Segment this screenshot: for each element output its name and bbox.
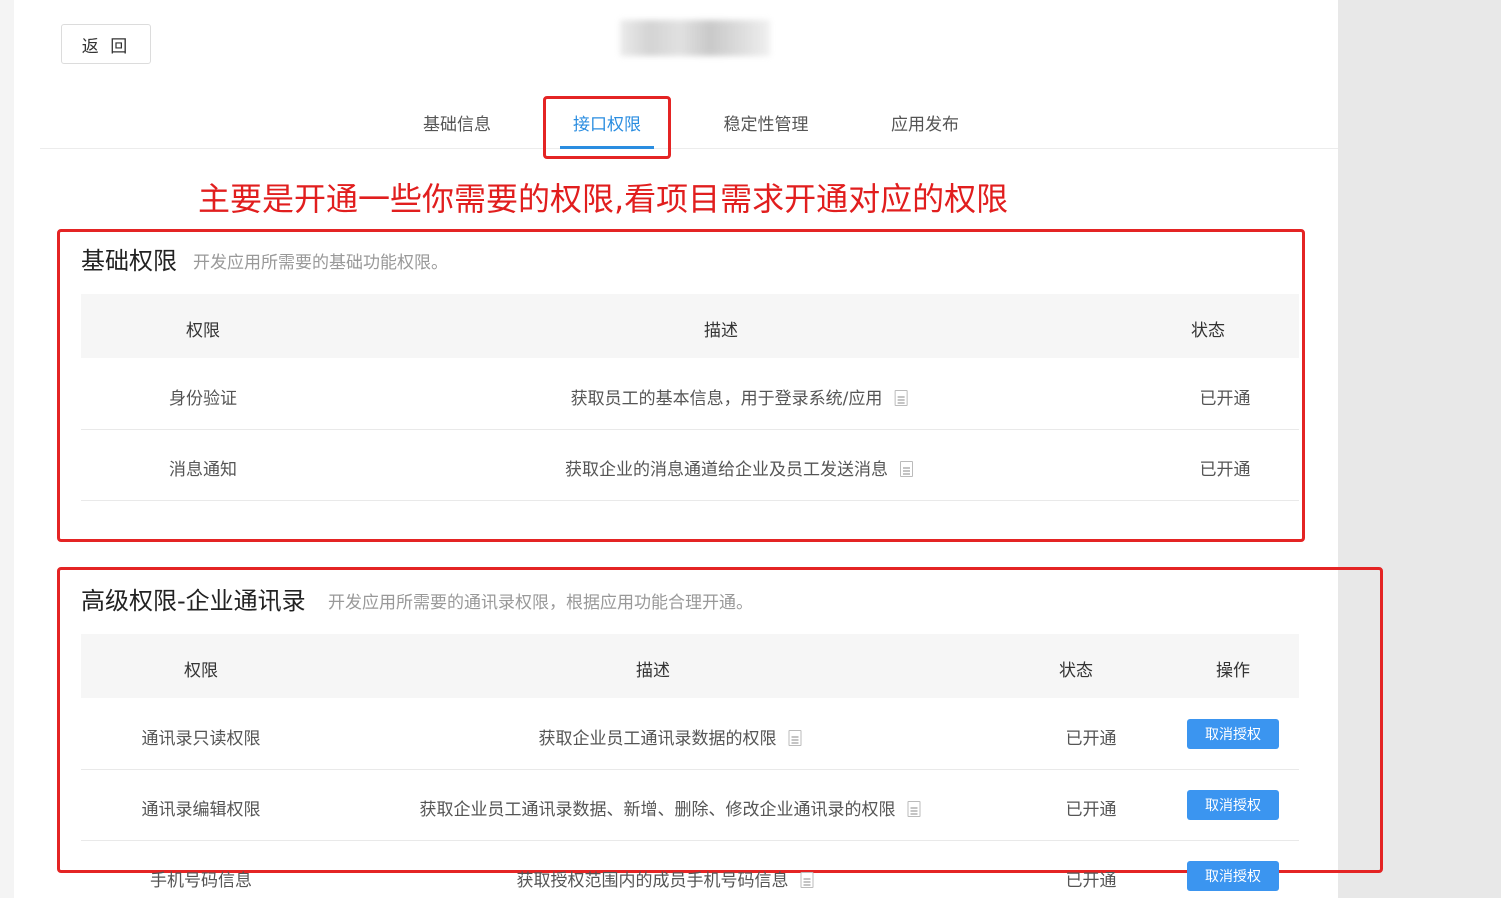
permission-name: 身份验证	[169, 389, 237, 409]
back-button[interactable]: 返 回	[61, 24, 151, 64]
column-status: 状态	[1059, 661, 1093, 681]
permission-name: 通讯录编辑权限	[141, 800, 261, 820]
revoke-authorization-button[interactable]: 取消授权	[1187, 719, 1279, 749]
advanced-section-title: 高级权限-企业通讯录	[81, 587, 306, 615]
column-permission: 权限	[186, 321, 220, 341]
column-description: 描述	[636, 661, 670, 681]
advanced-section-description: 开发应用所需要的通讯录权限，根据应用功能合理开通。	[328, 593, 753, 613]
permission-description: 获取员工的基本信息，用于登录系统/应用	[571, 384, 908, 409]
permission-description: 获取企业员工通讯录数据的权限	[539, 724, 802, 749]
row-divider	[81, 500, 1299, 501]
permission-description: 获取企业的消息通道给企业及员工发送消息	[565, 455, 913, 480]
tab-annotation-box	[543, 96, 671, 159]
row-divider	[81, 840, 1299, 841]
description-text: 获取企业的消息通道给企业及员工发送消息	[565, 460, 888, 480]
permission-description: 获取授权范围内的成员手机号码信息	[517, 866, 814, 891]
document-icon[interactable]	[907, 801, 921, 817]
column-status: 状态	[1191, 321, 1225, 341]
description-text: 获取企业员工通讯录数据的权限	[538, 729, 777, 749]
permission-name: 消息通知	[169, 460, 237, 480]
tab-stability-management[interactable]: 稳定性管理	[708, 96, 824, 148]
column-description: 描述	[704, 321, 738, 341]
description-text: 获取授权范围内的成员手机号码信息	[516, 871, 789, 891]
tab-basic-info[interactable]: 基础信息	[406, 96, 508, 148]
description-text: 获取企业员工通讯录数据、新增、删除、修改企业通讯录的权限	[419, 800, 896, 820]
status-text: 已开通	[1065, 871, 1117, 891]
column-action: 操作	[1216, 661, 1250, 681]
row-divider	[81, 769, 1299, 770]
permission-name: 手机号码信息	[150, 871, 252, 891]
tab-bar: 基础信息 接口权限 稳定性管理 应用发布	[40, 96, 1338, 149]
description-text: 获取员工的基本信息，用于登录系统/应用	[570, 389, 883, 409]
permission-description: 获取企业员工通讯录数据、新增、删除、修改企业通讯录的权限	[420, 795, 921, 820]
document-icon[interactable]	[900, 461, 913, 477]
column-permission: 权限	[184, 661, 218, 681]
status-text: 已开通	[1199, 460, 1251, 480]
tab-app-publish[interactable]: 应用发布	[875, 96, 975, 148]
basic-table-header: 权限 描述 状态	[81, 294, 1299, 358]
status-text: 已开通	[1065, 729, 1117, 749]
annotation-text: 主要是开通一些你需要的权限,看项目需求开通对应的权限	[198, 180, 1009, 218]
status-text: 已开通	[1065, 800, 1117, 820]
left-gutter	[0, 0, 14, 898]
advanced-table-header: 权限 描述 状态 操作	[81, 634, 1299, 698]
permission-name: 通讯录只读权限	[141, 729, 261, 749]
row-divider	[81, 429, 1299, 430]
document-icon[interactable]	[788, 730, 802, 746]
document-icon[interactable]	[894, 390, 908, 406]
basic-section-title: 基础权限	[81, 247, 177, 275]
app-title-blurred	[620, 20, 770, 56]
status-text: 已开通	[1199, 389, 1251, 409]
revoke-authorization-button[interactable]: 取消授权	[1187, 790, 1279, 820]
basic-section-description: 开发应用所需要的基础功能权限。	[193, 253, 448, 273]
document-icon[interactable]	[800, 872, 814, 888]
revoke-authorization-button[interactable]: 取消授权	[1187, 861, 1279, 891]
